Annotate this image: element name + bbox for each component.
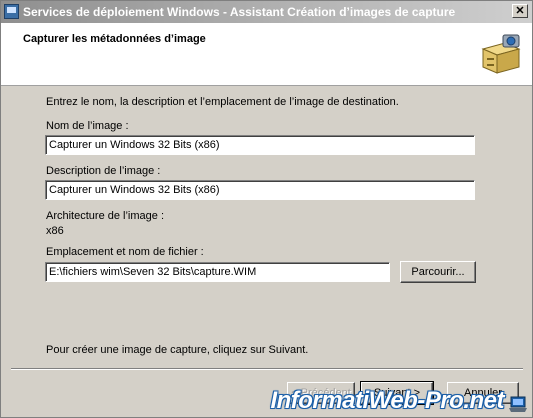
image-architecture-value: x86 xyxy=(46,225,64,237)
title-bar[interactable]: Services de déploiement Windows - Assist… xyxy=(1,1,532,23)
watermark-text: InformatiWeb-Pro.net xyxy=(270,387,504,414)
location-label: Emplacement et nom de fichier : xyxy=(46,246,204,258)
image-architecture-label: Architecture de l’image : xyxy=(46,210,164,222)
wizard-header: Capturer les métadonnées d’image xyxy=(1,23,532,86)
close-button[interactable]: ✕ xyxy=(512,4,528,18)
page-title: Capturer les métadonnées d’image xyxy=(23,33,206,45)
location-input[interactable]: E:\fichiers wim\Seven 32 Bits\capture.WI… xyxy=(45,262,390,282)
filing-cabinet-camera-icon xyxy=(481,34,521,74)
window-title: Services de déploiement Windows - Assist… xyxy=(23,5,456,19)
footer-divider xyxy=(11,368,523,370)
intro-text: Entrez le nom, la description et l’empla… xyxy=(46,96,399,108)
laptop-icon xyxy=(509,396,527,412)
wds-app-icon xyxy=(4,4,19,19)
footer-instruction: Pour créer une image de capture, cliquez… xyxy=(46,344,309,356)
image-name-label: Nom de l’image : xyxy=(46,120,129,132)
wizard-window: Services de déploiement Windows - Assist… xyxy=(0,0,533,418)
image-name-input[interactable]: Capturer un Windows 32 Bits (x86) xyxy=(45,135,475,155)
browse-button[interactable]: Parcourir... xyxy=(400,261,476,283)
image-description-label: Description de l’image : xyxy=(46,165,161,177)
image-description-input[interactable]: Capturer un Windows 32 Bits (x86) xyxy=(45,180,475,200)
